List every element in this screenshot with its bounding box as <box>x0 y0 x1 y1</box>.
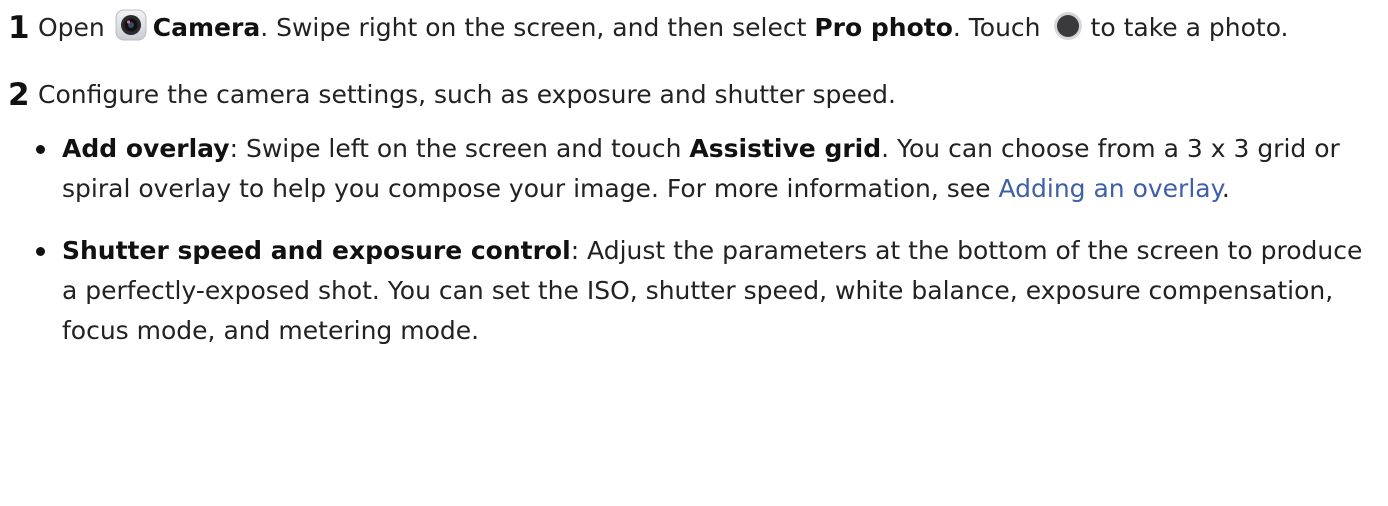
step-1: 1 Open Camera. Swipe right on the screen,… <box>8 8 1368 53</box>
step-2: 2 Configure the camera settings, such as… <box>8 75 1368 115</box>
swipe-text: . Swipe right on the screen, and then se… <box>260 13 815 42</box>
camera-label: Camera <box>152 13 261 42</box>
camera-app-icon <box>115 9 147 53</box>
adding-overlay-link[interactable]: Adding an overlay <box>998 174 1221 203</box>
bullet-dot <box>36 145 45 154</box>
document-page: 1 Open Camera. Swipe right on the screen,… <box>0 0 1388 506</box>
bullet-end: . <box>1221 174 1230 203</box>
list-item: Shutter speed and exposure control: Adju… <box>8 231 1368 351</box>
open-text: Open <box>38 13 105 42</box>
assistive-grid-label: Assistive grid <box>689 134 882 163</box>
bullet-text: : Swipe left on the screen and touch <box>229 134 690 163</box>
pro-photo-label: Pro photo <box>814 13 953 42</box>
bullet-label: Add overlay <box>62 134 230 163</box>
shutter-button-icon <box>1053 11 1083 53</box>
take-photo-text: to take a photo. <box>1090 13 1289 42</box>
step-number: 2 <box>8 77 30 113</box>
list-item: Add overlay: Swipe left on the screen an… <box>8 129 1368 209</box>
step-2-text: Configure the camera settings, such as e… <box>38 80 896 109</box>
bullet-dot <box>36 247 45 256</box>
settings-bullet-list: Add overlay: Swipe left on the screen an… <box>8 129 1368 351</box>
bullet-label: Shutter speed and exposure control <box>62 236 571 265</box>
touch-text: . Touch <box>952 13 1041 42</box>
step-number: 1 <box>8 10 30 46</box>
step-1-text: Open Camera. Swipe right on the screen, a… <box>38 8 1368 53</box>
